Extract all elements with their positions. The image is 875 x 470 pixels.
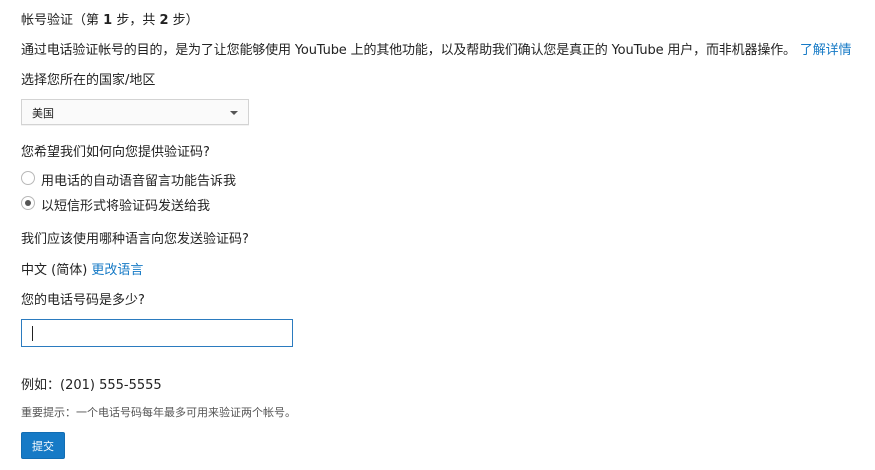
current-language: 中文 (简体) bbox=[21, 263, 88, 278]
method-option-label: 以短信形式将验证码发送给我 bbox=[41, 199, 211, 214]
change-language-link[interactable]: 更改语言 bbox=[91, 263, 143, 278]
submit-button[interactable]: 提交 bbox=[21, 432, 65, 459]
learn-more-link[interactable]: 了解详情 bbox=[800, 43, 852, 58]
method-option-label: 用电话的自动语音留言功能告诉我 bbox=[41, 174, 237, 189]
country-label: 选择您所在的国家/地区 bbox=[21, 73, 156, 88]
language-row: 中文 (简体) 更改语言 bbox=[21, 259, 143, 278]
language-label: 我们应该使用哪种语言向您发送验证码? bbox=[21, 232, 249, 247]
important-tip: 重要提示：一个电话号码每年最多可用来验证两个帐号。 bbox=[21, 406, 296, 419]
intro-text: 通过电话验证帐号的目的，是为了让您能够使用 YouTube 上的其他功能，以及帮… bbox=[21, 43, 852, 58]
method-label: 您希望我们如何向您提供验证码? bbox=[21, 145, 210, 160]
chevron-down-icon bbox=[230, 111, 238, 115]
radio-voice[interactable] bbox=[21, 171, 35, 185]
page-title: 帐号验证（第 1 步，共 2 步） bbox=[21, 13, 199, 28]
step-current: 1 bbox=[103, 13, 113, 28]
phone-example: 例如：(201) 555-5555 bbox=[21, 378, 162, 393]
phone-label: 您的电话号码是多少? bbox=[21, 293, 145, 308]
text-cursor bbox=[32, 326, 33, 341]
phone-input[interactable] bbox=[21, 319, 293, 347]
country-select[interactable]: 美国 bbox=[21, 99, 249, 125]
radio-sms[interactable] bbox=[21, 196, 35, 210]
country-selected-value: 美国 bbox=[32, 107, 54, 120]
step-total: 2 bbox=[159, 13, 169, 28]
